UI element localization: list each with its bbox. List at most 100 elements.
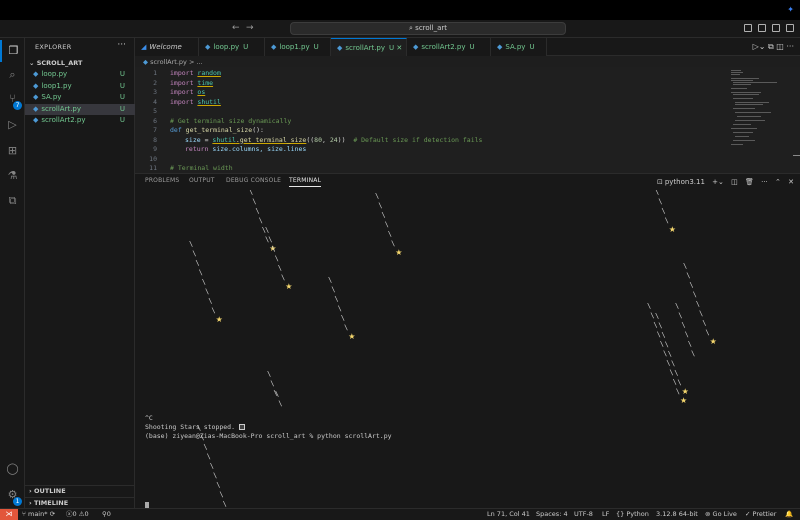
toggle-sidebar-icon[interactable] (744, 24, 752, 32)
run-python-icon[interactable]: ▷⌄ (753, 42, 766, 51)
tab-sa[interactable]: ◆ SA.py U (491, 38, 547, 56)
file-item-scrollart2[interactable]: ◆ scrollArt2.py U (25, 115, 135, 127)
star-trail-slash: \ (661, 331, 665, 339)
terminal-shell-name[interactable]: python3.11 (665, 178, 705, 186)
accounts-icon[interactable]: ◯ (0, 458, 25, 480)
star-trail-slash: \ (688, 340, 692, 348)
tab-output[interactable]: OUTPUT (189, 177, 215, 184)
terminal-line: Shooting Stars stopped. (145, 423, 245, 431)
more-actions-icon[interactable]: ··· (117, 40, 126, 50)
command-center[interactable]: ⌕ scroll_art (290, 22, 566, 35)
indentation[interactable]: Spaces: 4 (536, 509, 568, 520)
cursor-position[interactable]: Ln 71, Col 41 (487, 509, 530, 520)
file-item-scrollart[interactable]: ◆ scrollArt.py U (25, 103, 135, 115)
testing-icon[interactable]: ⚗ (0, 165, 25, 187)
tab-welcome[interactable]: ◢ Welcome (135, 38, 199, 56)
breadcrumb-file: scrollArt.py (150, 58, 187, 66)
manage-gear-icon[interactable]: ⚙ 1 (0, 484, 25, 506)
star-trail-slash: \ (657, 331, 661, 339)
terminal-line: (base) ziyean@Zias-MacBook-Pro scroll_ar… (145, 432, 392, 440)
tab-label: loop.py (213, 43, 240, 51)
open-changes-icon[interactable]: ⧉ (768, 42, 774, 51)
tab-scrollart[interactable]: ◆ scrollArt.py U ✕ (331, 38, 407, 56)
trash-icon[interactable]: 🗑 (745, 178, 754, 186)
minimap[interactable] (725, 67, 800, 173)
star-trail-slash: \ (275, 255, 279, 263)
outline-section[interactable]: › OUTLINE (25, 485, 135, 496)
folder-scroll-art[interactable]: ⌄ SCROLL_ART (25, 58, 135, 69)
star-trail-slash: \ (686, 272, 690, 280)
file-item-sa[interactable]: ◆ SA.py U (25, 92, 135, 104)
python-interpreter[interactable]: 3.12.8 64-bit (656, 509, 698, 520)
number: 24 (329, 135, 338, 144)
encoding[interactable]: UTF-8 (574, 509, 593, 520)
extensions-icon[interactable]: ⊞ (0, 140, 25, 162)
function-name: get_terminal_size (185, 126, 253, 134)
star-trail-slash: \ (668, 350, 672, 358)
language-mode[interactable]: {} Python (616, 509, 649, 520)
star-trail-slash: \ (660, 340, 664, 348)
star-trail-slash: \ (202, 278, 206, 286)
star-trail-slash: \ (658, 198, 662, 206)
shooting-star-icon: ★ (348, 332, 355, 341)
toggle-panel-icon[interactable] (758, 24, 766, 32)
star-trail-slash: \ (650, 312, 654, 320)
scm-badge: 7 (13, 101, 22, 110)
split-editor-icon[interactable]: ◫ (776, 42, 784, 51)
more-actions-icon[interactable]: ··· (761, 178, 768, 186)
tab-loop[interactable]: ◆ loop.py U (199, 38, 265, 56)
tab-label: Welcome (149, 43, 182, 51)
split-terminal-icon[interactable]: ◫ (731, 178, 738, 186)
timeline-section[interactable]: › TIMELINE (25, 497, 135, 508)
notifications-bell-icon[interactable]: 🔔 (785, 509, 793, 520)
warning-count: 0 (84, 510, 89, 518)
python-file-icon: ◆ (33, 81, 39, 90)
file-item-loop[interactable]: ◆ loop.py U (25, 69, 135, 81)
close-panel-icon[interactable]: ✕ (788, 178, 794, 186)
maximize-panel-icon[interactable]: ⌃ (775, 178, 781, 186)
expression: size.columns, size.lines (208, 145, 307, 153)
ports-indicator[interactable]: ⚲0 (102, 509, 111, 520)
breadcrumb[interactable]: ◆ scrollArt.py > ... (135, 57, 800, 67)
search-view-icon[interactable]: ⌕ (0, 64, 25, 86)
star-trail-slash: \ (666, 359, 670, 367)
star-trail-slash: \ (207, 453, 211, 461)
tab-debug-console[interactable]: DEBUG CONSOLE (226, 177, 281, 184)
sync-icon: ⟳ (49, 510, 56, 518)
file-name: loop1.py (41, 81, 72, 90)
star-trail-slash: \ (388, 230, 392, 238)
star-trail-slash: \ (270, 380, 274, 388)
explorer-icon[interactable]: ❐ (0, 40, 25, 62)
star-trail-slash: \ (647, 302, 651, 310)
terminal[interactable]: \ \ \ \ \ \ ★ \ \ \ \ \ \ \ \ ★ \ \ \ \ \ \ ★ \ \ \ \ \ \ ★ \ \ \ \ \ \ ★ \ \ \… (135, 190, 800, 509)
line-number: 11 (149, 164, 157, 172)
add-terminal-icon[interactable]: +⌄ (712, 178, 724, 186)
prettier-button[interactable]: ✓ Prettier (745, 509, 776, 520)
remote-explorer-icon[interactable]: ⧉ (0, 190, 25, 212)
python-file-icon: ◆ (497, 43, 503, 51)
tab-loop1[interactable]: ◆ loop1.py U (265, 38, 331, 56)
customize-layout-icon[interactable] (786, 24, 794, 32)
star-trail-slash: \ (673, 378, 677, 386)
branch-indicator[interactable]: ⑂ main* ⟳ (22, 509, 55, 520)
star-trail-slash: \ (665, 341, 669, 349)
remote-indicator-icon[interactable]: ⋊ (0, 509, 18, 520)
problems-indicator[interactable]: ⓧ0 ⚠0 (66, 509, 89, 520)
python-file-icon: ◆ (33, 104, 39, 113)
toggle-secondary-sidebar-icon[interactable] (772, 24, 780, 32)
vscode-logo-icon: ◢ (141, 43, 147, 51)
end-of-line[interactable]: LF (602, 509, 609, 520)
forward-arrow-icon[interactable]: → (246, 23, 254, 33)
more-actions-icon[interactable]: ··· (786, 42, 794, 51)
source-control-icon[interactable]: ⑂ 7 (0, 88, 25, 110)
back-arrow-icon[interactable]: ← (232, 23, 240, 33)
run-debug-icon[interactable]: ▷ (0, 114, 25, 136)
tab-terminal[interactable]: TERMINAL (289, 177, 322, 187)
go-live-button[interactable]: ⊚ Go Live (705, 509, 737, 520)
file-item-loop1[interactable]: ◆ loop1.py U (25, 81, 135, 93)
code-editor[interactable]: 1 import random 2 import time 3 import os 4… (135, 67, 725, 173)
tab-problems[interactable]: PROBLEMS (145, 177, 179, 184)
close-icon[interactable]: ✕ (396, 44, 402, 52)
tab-scrollart2[interactable]: ◆ scrollArt2.py U (407, 38, 491, 56)
star-trail-slash: \ (252, 198, 256, 206)
